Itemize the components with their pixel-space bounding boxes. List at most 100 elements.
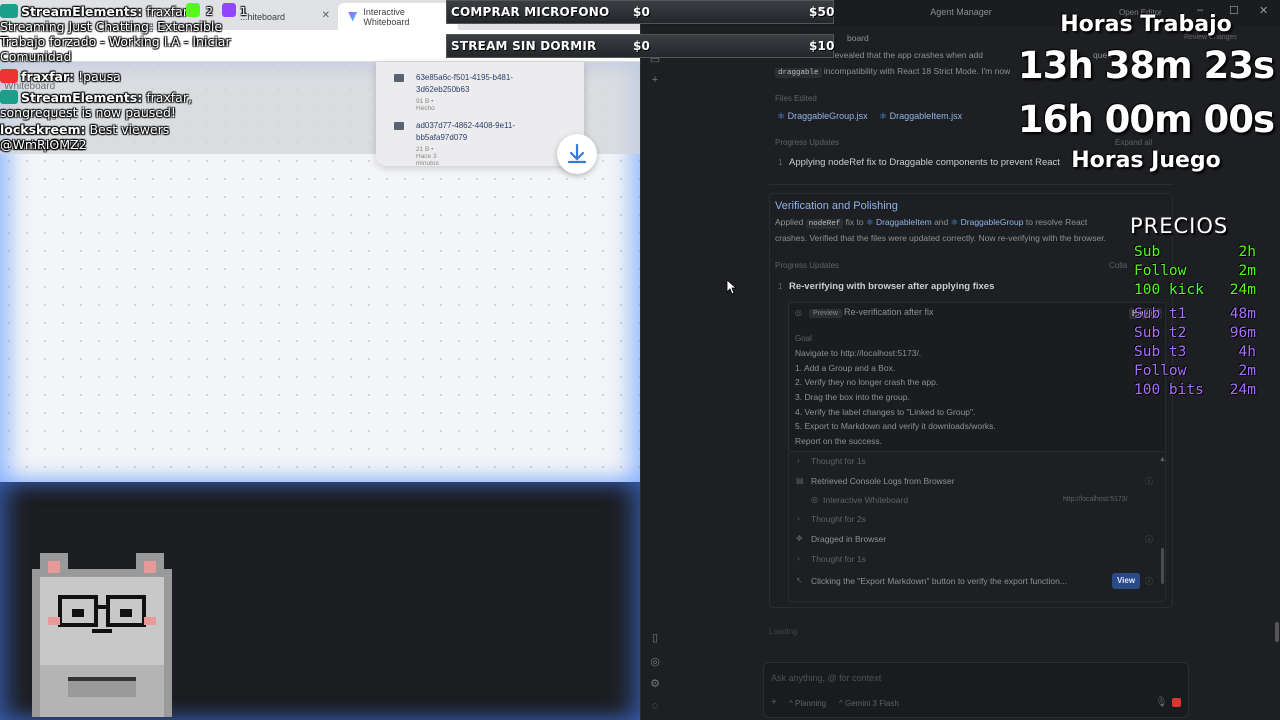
chat-message: Streaming Just Chatting: Extensible — [0, 19, 223, 34]
goal-line: 4. Verify the label changes to "Linked t… — [795, 407, 976, 417]
goal-current: $0 — [633, 5, 651, 19]
price-value: 24m — [1229, 382, 1256, 398]
twitch-icon — [222, 3, 236, 17]
mouse-cursor-icon — [726, 279, 738, 300]
goal-row: STREAM SIN DORMIR $0 $10 — [446, 34, 834, 58]
work-hours-time: 13h 38m 23s — [1017, 44, 1275, 87]
chat-input-placeholder[interactable]: Ask anything, @ for context — [771, 673, 881, 683]
browser-tab-interactive-whiteboard[interactable]: Interactive Whiteboard — [338, 3, 458, 30]
panel-scrollbar[interactable] — [1275, 622, 1279, 642]
price-label: Sub t2 — [1134, 325, 1187, 341]
donation-goals: COMPRAR MICROFONO $0 $50 STREAM SIN DORM… — [446, 0, 834, 62]
section-title: Verification and Polishing — [775, 200, 898, 212]
summary-snippet: ation revealed that the app crashes when… — [811, 50, 984, 60]
price-row-twitch: Sub t2 96m — [1134, 325, 1256, 341]
view-button[interactable]: View — [1112, 573, 1140, 589]
file-icon — [394, 74, 404, 82]
price-value: 24m — [1229, 282, 1256, 298]
progress-updates-label: Progress Updates — [775, 261, 840, 270]
mode-label: Planning — [794, 699, 827, 708]
download-icon[interactable] — [557, 134, 597, 174]
preview-pill: Preview — [809, 309, 842, 318]
price-row-kick: Follow 2m — [1134, 263, 1256, 279]
globe-icon: ◎ — [811, 495, 818, 504]
preview-badge: Preview — [809, 308, 842, 318]
collapse-button[interactable]: Colla — [1109, 261, 1127, 270]
chat-message: Trabajo forzado - Working I.A - Iniciar — [0, 34, 231, 49]
price-label: Sub t1 — [1134, 306, 1187, 322]
section-description: Applied nodeRef fix to DraggableItem and… — [775, 217, 1088, 229]
console-logs-step[interactable]: Retrieved Console Logs from Browser — [811, 476, 955, 486]
summary-text: incompatibility with React 18 Strict Mod… — [823, 66, 1011, 76]
add-icon[interactable]: + — [771, 697, 777, 708]
chat-input-box[interactable] — [763, 662, 1189, 718]
download-meta: 91 B • Hecho — [416, 98, 435, 112]
goal-row: COMPRAR MICROFONO $0 $50 — [446, 0, 834, 24]
mode-selector[interactable]: ^ Planning — [789, 699, 826, 708]
model-selector[interactable]: ^ Gemini 3 Flash — [839, 699, 899, 708]
thought-step[interactable]: Thought for 1s — [811, 554, 866, 564]
goal-line: 1. Add a Group and a Box. — [795, 363, 896, 373]
stop-button[interactable] — [1172, 698, 1181, 707]
goal-current: $0 — [633, 39, 651, 53]
chat-message: songrequest is now paused! — [0, 105, 176, 120]
work-hours-label: Horas Trabajo — [1060, 12, 1232, 37]
browser-icon: ◎ — [795, 308, 802, 317]
file-link-draggable-group[interactable]: DraggableGroup — [951, 217, 1024, 227]
progress-updates-label: Progress Updates — [775, 138, 840, 147]
console-icon: ▤ — [796, 476, 804, 485]
gear-icon[interactable]: ⚙ — [649, 678, 661, 690]
chevron-up-icon[interactable]: ▲ — [1159, 456, 1166, 463]
price-label: 100 bits — [1134, 382, 1204, 398]
chat-username: StreamElements: — [21, 90, 143, 105]
bulb-icon[interactable]: ◌ — [649, 700, 661, 712]
book-icon[interactable]: ▯ — [649, 632, 661, 644]
globe-icon[interactable]: ◎ — [649, 656, 661, 668]
microphone-icon[interactable]: 🎙 — [1155, 697, 1168, 708]
goal-line: Report on the success. — [795, 436, 882, 446]
price-value: 4h — [1238, 344, 1256, 360]
steps-scrollbar[interactable] — [1161, 548, 1164, 584]
inline-code: draggable — [775, 68, 822, 78]
chevron-right-icon[interactable]: › — [797, 554, 800, 563]
download-filename: ad037d77-4862-4408-9e11-bb5afa97d079 — [416, 121, 516, 142]
info-icon[interactable]: ⓘ — [1145, 576, 1153, 587]
add-icon[interactable]: + — [649, 74, 661, 86]
price-label: Sub — [1134, 244, 1161, 260]
files-edited-label: Files Edited — [775, 94, 817, 103]
price-row-twitch: 100 bits 24m — [1134, 382, 1256, 398]
step-url[interactable]: http://localhost:5173/ — [1063, 496, 1128, 503]
kick-icon — [186, 3, 200, 17]
goal-label: Goal — [795, 334, 812, 343]
file-link-draggable-group[interactable]: DraggableGroup.jsx — [777, 111, 868, 122]
game-hours-time: 16h 00m 00s — [1017, 98, 1275, 141]
thought-step[interactable]: Thought for 1s — [811, 456, 866, 466]
loading-text: Loading — [769, 627, 798, 636]
inline-code: nodeRef — [805, 219, 844, 229]
goal-line: 5. Export to Markdown and verify it down… — [795, 421, 996, 431]
streamelements-icon — [0, 4, 18, 18]
cursor-click-icon: ↖ — [796, 576, 803, 585]
tab-label: Interactive Whiteboard — [363, 6, 410, 27]
chat-text: !pausa — [78, 69, 121, 84]
info-icon[interactable]: ⓘ — [1145, 534, 1153, 545]
file-link-draggable-item[interactable]: DraggableItem.jsx — [879, 111, 963, 122]
info-icon[interactable]: ⓘ — [1145, 476, 1153, 487]
thought-step[interactable]: Thought for 2s — [811, 514, 866, 524]
chevron-right-icon[interactable]: › — [797, 514, 800, 523]
price-value: 2m — [1238, 263, 1256, 279]
goal-line: 3. Drag the box into the group. — [795, 392, 910, 402]
price-label: Follow — [1134, 363, 1187, 379]
price-value: 96m — [1229, 325, 1256, 341]
chevron-right-icon[interactable]: › — [797, 456, 800, 465]
downloads-panel: 63e85a6c-f501-4195-b481-3d62eb250b63 91 … — [376, 62, 584, 167]
summary-line2: draggable incompatibility with React 18 … — [775, 66, 1011, 78]
price-label: Sub t3 — [1134, 344, 1187, 360]
file-link-draggable-item[interactable]: DraggableItem — [866, 217, 932, 227]
price-row-twitch: Follow 2m — [1134, 363, 1256, 379]
price-value: 2m — [1238, 363, 1256, 379]
close-icon[interactable]: ✕ — [322, 10, 330, 21]
dragged-step[interactable]: Dragged in Browser — [811, 534, 886, 544]
desc-text: to resolve React — [1025, 217, 1088, 227]
progress-number: 1 — [778, 282, 783, 291]
